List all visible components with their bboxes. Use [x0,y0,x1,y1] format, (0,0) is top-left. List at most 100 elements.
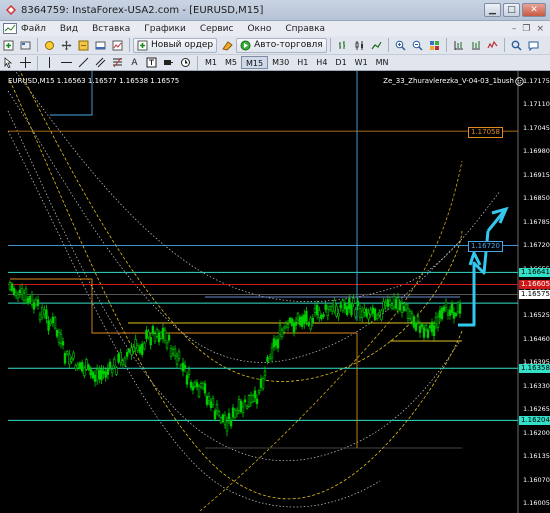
menu-window[interactable]: Окно [247,24,271,34]
candle-body [138,345,142,353]
candle-body [161,327,165,339]
candle-body [365,309,368,317]
candle-body [303,314,306,324]
zoom-in-button[interactable] [393,38,408,53]
fibonacci-tool[interactable] [110,55,125,70]
maximize-button[interactable]: □ [503,3,520,17]
candle-body [53,317,57,329]
vertical-line-icon [49,57,50,68]
timeframe-h4[interactable]: H4 [312,56,331,69]
candle-body [452,312,456,319]
arrows-tool[interactable] [161,55,176,70]
timeframe-h1[interactable]: H1 [293,56,312,69]
chart-window-icon[interactable] [3,23,17,34]
autoscroll-button[interactable] [468,38,483,53]
navigator-button[interactable] [76,38,91,53]
candle-body [354,309,357,318]
drawing-timeframe-toolbar: A M1 M5 M15 M30 H1 H4 D1 W1 MN [0,55,550,71]
metaeditor-button[interactable] [220,38,235,53]
candle-body [438,310,442,318]
timeframe-m15[interactable]: M15 [241,56,269,69]
candle-body [136,345,140,351]
chat-button[interactable] [526,38,541,53]
new-chart-button[interactable] [1,38,16,53]
vertical-line-tool[interactable] [42,55,57,70]
mdi-minimize-icon[interactable]: – [512,24,517,34]
candle-body [185,375,189,385]
timeframe-d1[interactable]: D1 [331,56,350,69]
candle-body [309,317,312,330]
channel-icon [95,57,106,68]
menu-view[interactable]: Вид [60,24,78,34]
timeframe-m30[interactable]: M30 [268,56,293,69]
timeframe-mn[interactable]: MN [372,56,393,69]
candle-body [380,310,383,320]
menu-help[interactable]: Справка [285,24,325,34]
candle-body [434,316,438,325]
autotrading-button[interactable]: Авто-торговля [236,37,327,53]
candle-body [378,312,381,316]
line-chart-button[interactable] [369,38,384,53]
chart-shift-button[interactable] [451,38,466,53]
cursor-tool[interactable] [1,55,16,70]
candle-body [292,322,296,334]
candle-body [149,337,152,346]
candle-body [348,298,351,310]
candle-body [187,369,191,375]
market-watch-button[interactable] [42,38,57,53]
chart-area[interactable]: EURUSD,M15 1.16563 1.16577 1.16538 1.165… [0,71,550,513]
candle-body [294,321,298,326]
search-button[interactable] [509,38,524,53]
minimize-button[interactable]: ▁ [484,3,501,17]
profiles-button[interactable] [18,38,33,53]
text-tool[interactable]: A [127,55,142,70]
candle-body [207,396,211,401]
terminal-button[interactable] [93,38,108,53]
timeframe-m5[interactable]: M5 [221,56,241,69]
candle-body [339,304,342,309]
crosshair-tool[interactable] [18,55,33,70]
indicators-button[interactable] [485,38,500,53]
mdi-restore-icon[interactable]: ❐ [522,24,530,34]
candle-body [20,288,24,295]
candle-body [76,364,80,368]
candle-body [328,306,332,310]
candle-body [272,338,276,348]
candle-body [193,381,197,387]
menu-file[interactable]: Файл [21,24,46,34]
menu-charts[interactable]: Графики [144,24,186,34]
tester-button[interactable] [110,38,125,53]
zoom-out-button[interactable] [410,38,425,53]
tile-windows-button[interactable] [427,38,442,53]
candle-body [165,342,169,349]
timeframe-m1[interactable]: M1 [201,56,221,69]
bar-chart-button[interactable] [335,38,350,53]
candle-body [197,385,201,397]
candle-body [30,294,34,305]
candle-body [367,312,370,320]
candle-body [233,409,237,418]
mdi-close-icon[interactable]: × [536,24,544,34]
candle-body [241,406,245,413]
price-axis-tick: 1.17110 [523,100,550,109]
channel-tool[interactable] [93,55,108,70]
candle-body [102,370,105,374]
data-window-button[interactable] [59,38,74,53]
timeframe-w1[interactable]: W1 [351,56,372,69]
candlestick-button[interactable] [352,38,367,53]
close-button[interactable]: ✕ [522,3,546,17]
candle-body [72,352,75,359]
candle-body [446,312,450,316]
candle-body [288,317,292,323]
new-order-button[interactable]: Новый ордер [133,37,218,53]
menu-insert[interactable]: Вставка [92,24,130,34]
text-label-tool[interactable] [144,55,159,70]
period-dropdown-button[interactable] [178,55,193,70]
candle-body [235,410,239,415]
candle-body [406,308,410,319]
trendline-tool[interactable] [76,55,91,70]
menu-tools[interactable]: Сервис [200,24,234,34]
horizontal-line-tool[interactable] [59,55,74,70]
candle-body [428,325,432,329]
candle-body [290,318,294,326]
